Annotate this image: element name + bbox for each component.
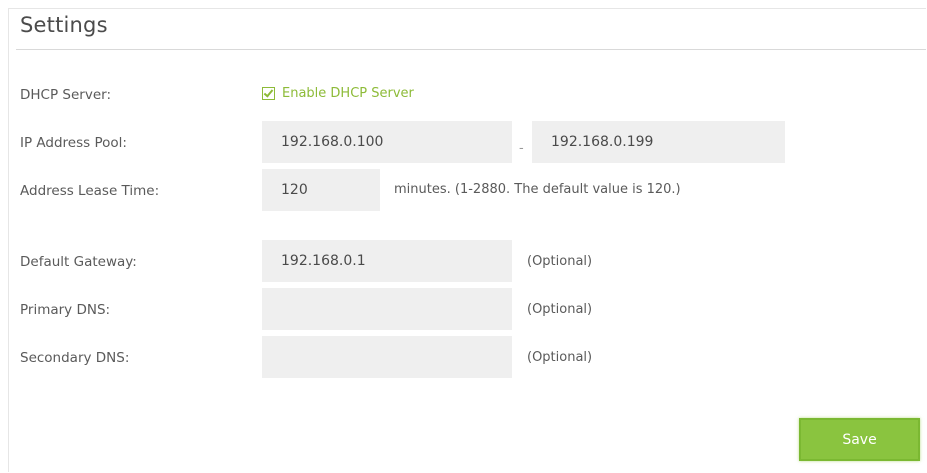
checkbox-checked-icon[interactable] xyxy=(262,87,275,100)
page-title: Settings xyxy=(20,13,108,37)
enable-dhcp-label[interactable]: Enable DHCP Server xyxy=(282,86,414,101)
lease-time-hint: minutes. (1-2880. The default value is 1… xyxy=(394,182,681,197)
title-divider xyxy=(16,49,926,50)
primary-dns-input[interactable] xyxy=(262,288,512,330)
ip-pool-separator: - xyxy=(519,141,524,156)
primary-dns-label: Primary DNS: xyxy=(20,302,111,318)
secondary-dns-optional: (Optional) xyxy=(527,350,593,365)
default-gateway-input[interactable] xyxy=(262,240,512,282)
lease-time-input[interactable] xyxy=(262,169,380,211)
secondary-dns-input[interactable] xyxy=(262,336,512,378)
save-button[interactable]: Save xyxy=(799,418,920,461)
ip-pool-label: IP Address Pool: xyxy=(20,135,127,151)
dhcp-server-label: DHCP Server: xyxy=(20,87,111,103)
primary-dns-optional: (Optional) xyxy=(527,302,593,317)
ip-pool-end-input[interactable] xyxy=(532,121,785,163)
default-gateway-label: Default Gateway: xyxy=(20,254,137,270)
ip-pool-start-input[interactable] xyxy=(262,121,512,163)
default-gateway-optional: (Optional) xyxy=(527,254,593,269)
secondary-dns-label: Secondary DNS: xyxy=(20,350,130,366)
enable-dhcp-checkbox[interactable]: Enable DHCP Server xyxy=(262,86,414,101)
lease-time-label: Address Lease Time: xyxy=(20,183,160,199)
